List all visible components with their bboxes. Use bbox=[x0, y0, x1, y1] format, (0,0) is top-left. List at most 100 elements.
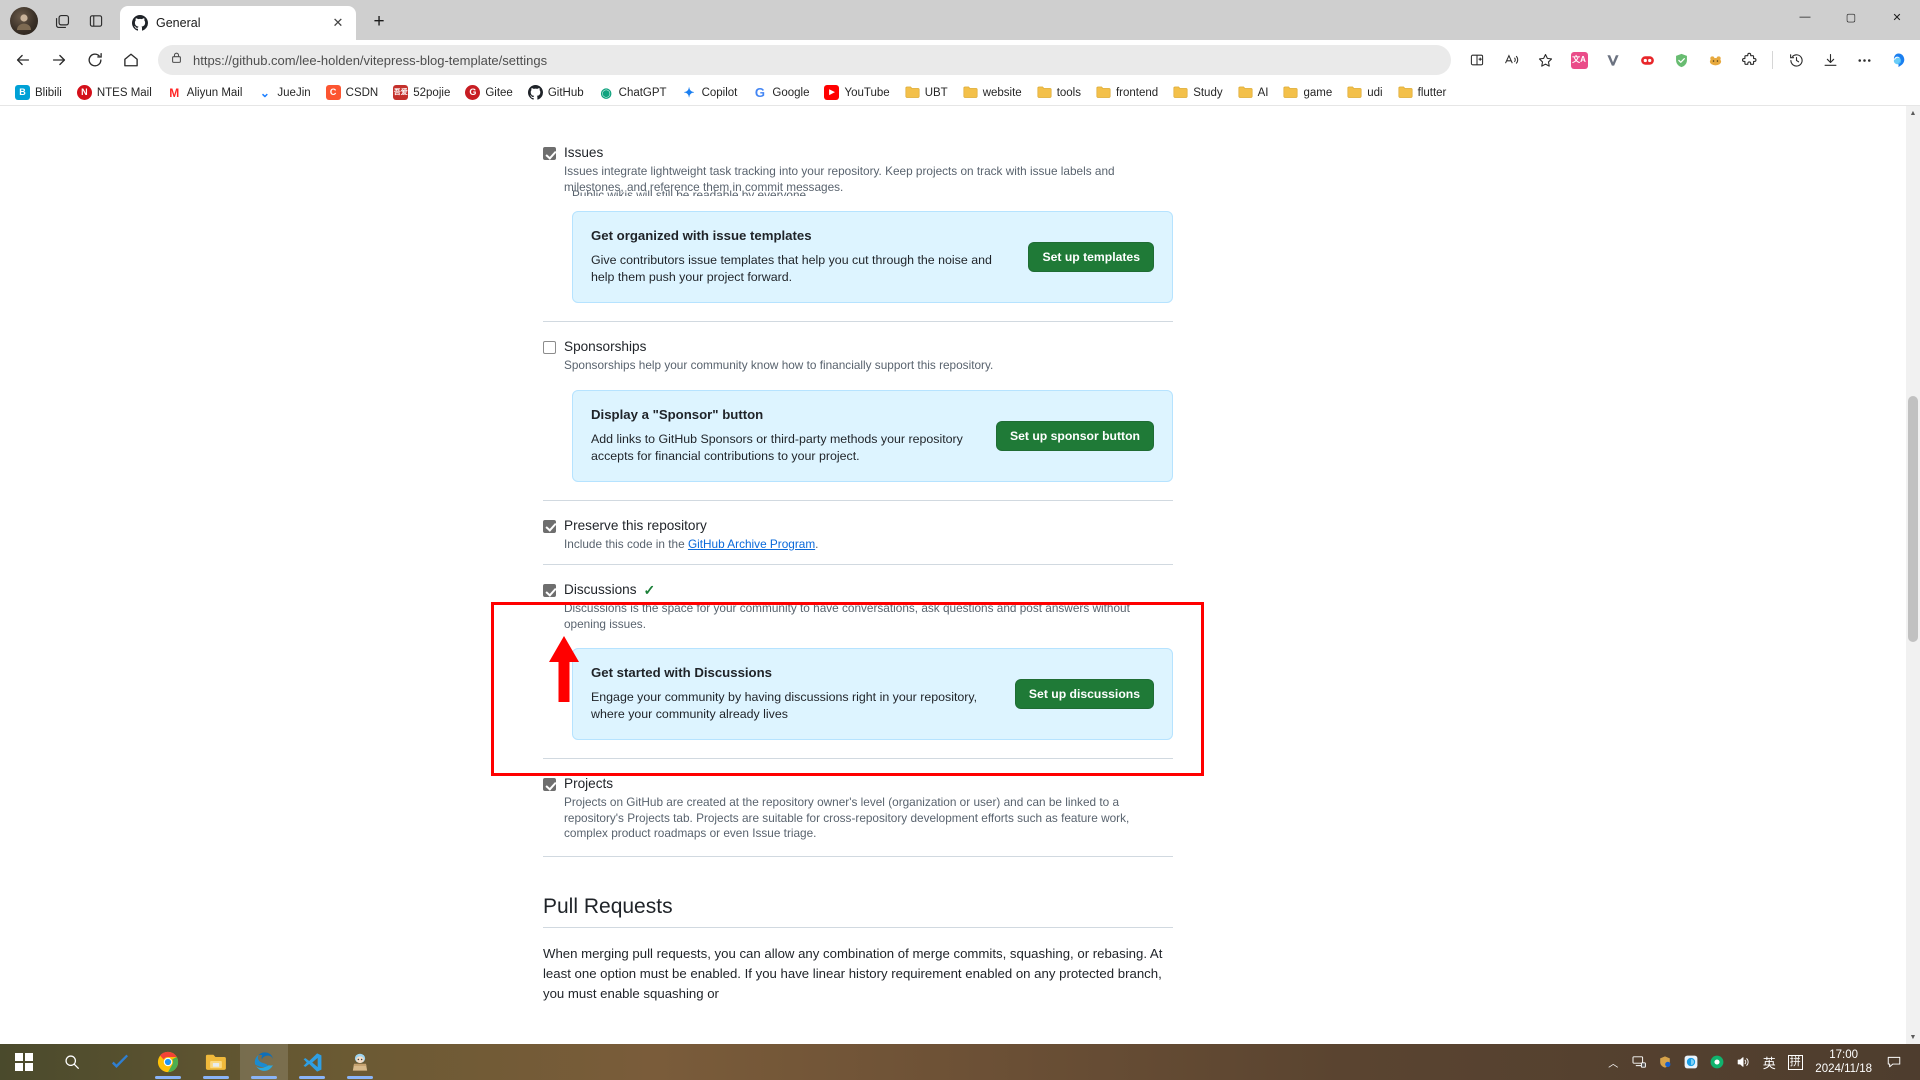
bookmark-folder[interactable]: Study bbox=[1166, 82, 1229, 103]
tampermonkey-icon[interactable] bbox=[1699, 45, 1731, 75]
bookmark-folder[interactable]: tools bbox=[1030, 82, 1088, 103]
new-tab-button[interactable]: + bbox=[364, 7, 394, 37]
adguard-shield-icon[interactable] bbox=[1665, 45, 1697, 75]
taskbar-clock[interactable]: 17:00 2024/11/18 bbox=[1809, 1048, 1880, 1076]
scrollbar-thumb[interactable] bbox=[1908, 396, 1918, 642]
window-close-button[interactable]: ✕ bbox=[1874, 0, 1920, 34]
maximize-button[interactable]: ▢ bbox=[1828, 0, 1874, 34]
history-icon[interactable] bbox=[1780, 45, 1812, 75]
qq-icon[interactable] bbox=[1679, 1044, 1703, 1080]
home-icon[interactable] bbox=[114, 44, 148, 76]
vscode-icon[interactable] bbox=[288, 1044, 336, 1080]
projects-checkbox[interactable] bbox=[543, 778, 556, 791]
bookmark-folder[interactable]: AI bbox=[1231, 82, 1276, 103]
csdn-icon: C bbox=[326, 85, 341, 100]
bookmark-folder[interactable]: frontend bbox=[1089, 82, 1165, 103]
bookmark-item[interactable]: GGitee bbox=[458, 82, 520, 103]
bookmark-item[interactable]: 吾爱52pojie bbox=[386, 82, 457, 103]
chrome-icon[interactable] bbox=[144, 1044, 192, 1080]
bookmark-item[interactable]: ✦Copilot bbox=[675, 82, 745, 103]
forward-icon[interactable] bbox=[42, 44, 76, 76]
bookmark-folder[interactable]: game bbox=[1276, 82, 1339, 103]
minimize-button[interactable]: — bbox=[1782, 0, 1828, 34]
bookmark-item[interactable]: ▶YouTube bbox=[817, 82, 896, 103]
set-up-discussions-button[interactable]: Set up discussions bbox=[1015, 679, 1154, 709]
sponsor-button-promo: Display a "Sponsor" button Add links to … bbox=[572, 390, 1173, 482]
volume-icon[interactable] bbox=[1731, 1044, 1755, 1080]
running-indicator bbox=[347, 1076, 373, 1079]
show-desktop-button[interactable] bbox=[1908, 1044, 1916, 1080]
bookmark-item[interactable]: BBlibili bbox=[8, 82, 69, 103]
browser-tray-icon[interactable] bbox=[1705, 1044, 1729, 1080]
security-icon[interactable] bbox=[1653, 1044, 1677, 1080]
ime-pinyin-icon[interactable]: 拼 bbox=[1783, 1044, 1807, 1080]
downloads-icon[interactable] bbox=[1814, 45, 1846, 75]
vimium-icon[interactable] bbox=[1597, 45, 1629, 75]
issues-checkbox[interactable] bbox=[543, 147, 556, 160]
dualsub-icon[interactable] bbox=[1631, 45, 1663, 75]
github-icon bbox=[132, 15, 148, 31]
show-hidden-icons-button[interactable]: ︿ bbox=[1601, 1044, 1625, 1080]
profile-avatar[interactable] bbox=[10, 7, 38, 35]
set-up-sponsor-button[interactable]: Set up sponsor button bbox=[996, 421, 1154, 451]
close-icon[interactable]: ✕ bbox=[328, 13, 348, 33]
vertical-scrollbar[interactable]: ▲ ▼ bbox=[1906, 106, 1920, 1044]
feature-title: Projects bbox=[564, 775, 1173, 793]
github-archive-program-link[interactable]: GitHub Archive Program bbox=[688, 537, 815, 551]
copilot-icon[interactable] bbox=[1882, 45, 1914, 75]
bookmark-folder[interactable]: UBT bbox=[898, 82, 955, 103]
annotation-arrow-icon bbox=[546, 636, 582, 702]
feature-preserve-repository: Preserve this repository Include this co… bbox=[543, 501, 1173, 566]
discussions-promo: Get started with Discussions Engage your… bbox=[572, 648, 1173, 740]
promo-body: Add links to GitHub Sponsors or third-pa… bbox=[591, 431, 978, 465]
split-screen-icon[interactable] bbox=[1461, 45, 1493, 75]
ime-language-icon[interactable]: 英 bbox=[1757, 1044, 1781, 1080]
settings-more-icon[interactable] bbox=[1848, 45, 1880, 75]
folder-icon bbox=[1037, 85, 1052, 100]
search-icon[interactable] bbox=[48, 1044, 96, 1080]
bookmark-folder[interactable]: website bbox=[956, 82, 1029, 103]
network-icon[interactable] bbox=[1627, 1044, 1651, 1080]
scroll-up-arrow[interactable]: ▲ bbox=[1906, 106, 1920, 120]
bookmark-item[interactable]: CCSDN bbox=[319, 82, 386, 103]
sponsorships-checkbox[interactable] bbox=[543, 341, 556, 354]
bookmark-folder[interactable]: flutter bbox=[1391, 82, 1454, 103]
bookmark-item[interactable]: ⌄JueJin bbox=[250, 82, 317, 103]
favorite-star-icon[interactable] bbox=[1529, 45, 1561, 75]
edge-icon[interactable] bbox=[240, 1044, 288, 1080]
browser-tab-general[interactable]: General ✕ bbox=[120, 6, 356, 40]
file-explorer-folder-icon[interactable] bbox=[192, 1044, 240, 1080]
set-up-templates-button[interactable]: Set up templates bbox=[1028, 242, 1154, 272]
back-icon[interactable] bbox=[6, 44, 40, 76]
folder-icon bbox=[905, 85, 920, 100]
split-pane-icon[interactable] bbox=[80, 6, 112, 36]
start-button[interactable] bbox=[0, 1044, 48, 1080]
reload-icon[interactable] bbox=[78, 44, 112, 76]
discussions-checkbox[interactable] bbox=[543, 584, 556, 597]
read-aloud-icon[interactable] bbox=[1495, 45, 1527, 75]
bookmark-item[interactable]: NNTES Mail bbox=[70, 82, 159, 103]
bookmark-item[interactable]: GitHub bbox=[521, 82, 591, 103]
extensions-puzzle-icon[interactable] bbox=[1733, 45, 1765, 75]
bookmark-folder[interactable]: udi bbox=[1340, 82, 1389, 103]
aliyun-mail-icon: M bbox=[167, 85, 182, 100]
running-indicator bbox=[299, 1076, 325, 1079]
toolbar-divider bbox=[1772, 51, 1773, 69]
feature-title: Sponsorships bbox=[564, 338, 1173, 356]
bookmark-item[interactable]: MAliyun Mail bbox=[160, 82, 250, 103]
preserve-repository-checkbox[interactable] bbox=[543, 520, 556, 533]
todo-check-icon[interactable] bbox=[96, 1044, 144, 1080]
bookmark-label: flutter bbox=[1418, 87, 1447, 99]
tab-actions-icon[interactable] bbox=[46, 6, 78, 36]
address-bar[interactable]: https://github.com/lee-holden/vitepress-… bbox=[158, 45, 1451, 75]
anime-app-icon[interactable] bbox=[336, 1044, 384, 1080]
pull-requests-paragraph: When merging pull requests, you can allo… bbox=[543, 928, 1173, 1004]
immersive-translate-icon[interactable]: 文A bbox=[1563, 45, 1595, 75]
bookmark-item[interactable]: GGoogle bbox=[745, 82, 816, 103]
system-tray: ︿ 英 拼 17:00 2024/11/18 bbox=[1601, 1044, 1920, 1080]
scroll-down-arrow[interactable]: ▼ bbox=[1906, 1030, 1920, 1044]
action-center-icon[interactable] bbox=[1882, 1044, 1906, 1080]
bookmark-item[interactable]: ◉ChatGPT bbox=[592, 82, 674, 103]
promo-title: Get started with Discussions bbox=[591, 665, 997, 680]
feature-description: Issues integrate lightweight task tracki… bbox=[564, 164, 1173, 195]
